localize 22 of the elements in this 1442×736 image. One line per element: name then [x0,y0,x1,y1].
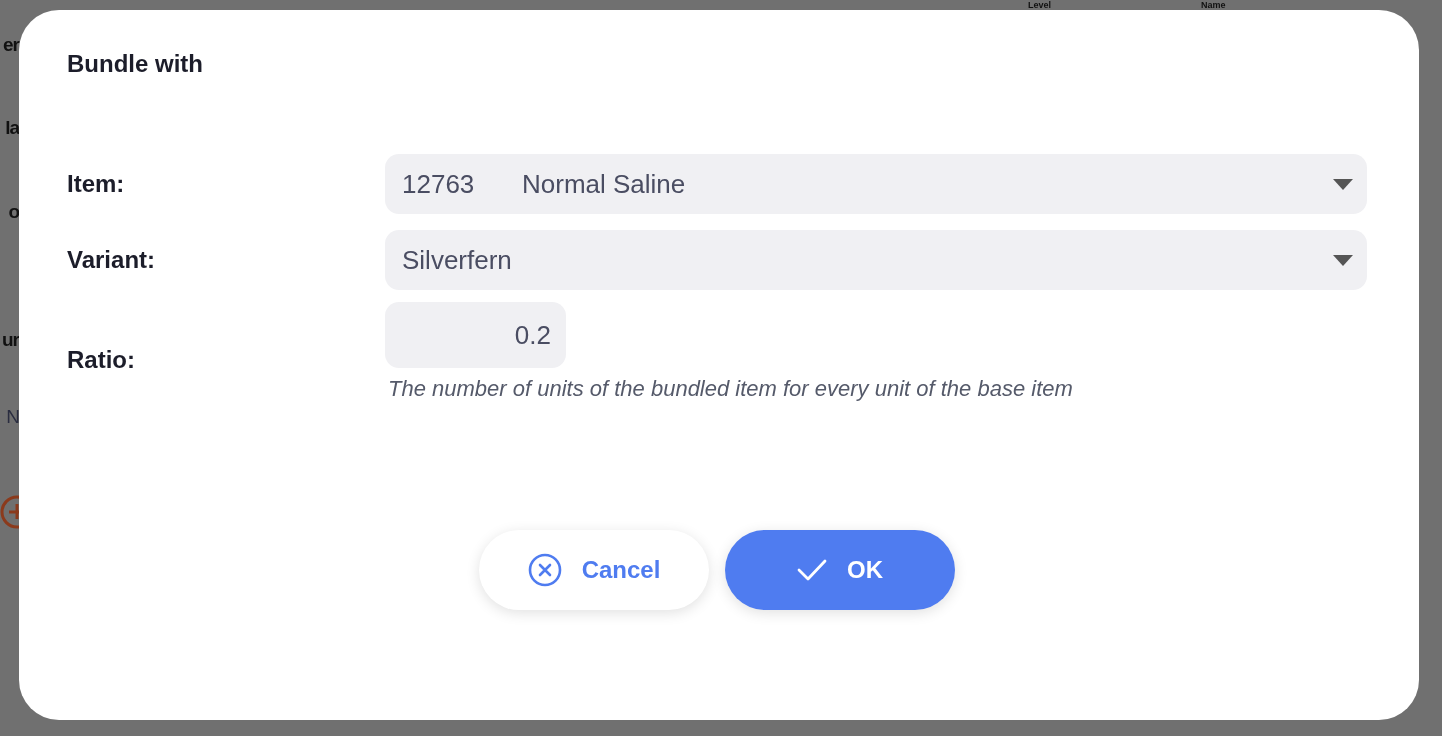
caret-icon [1333,254,1353,266]
close-icon [527,553,562,587]
column-header: Name [1201,0,1226,10]
hint-text: The number of units of the bundled item for every unit of the base item [388,376,1073,402]
background-label: la [5,116,19,140]
background-label: o [8,200,19,224]
ok-button[interactable]: OK [725,530,955,610]
caret-icon [1333,178,1353,190]
cancel-button[interactable]: Cancel [479,530,709,610]
add-icon[interactable] [0,495,19,529]
input-field[interactable]: 0.2 [385,302,566,368]
field-label: Variant: [67,245,157,275]
dropdown[interactable]: Silverfern [385,230,1367,290]
column-header: Level [1028,0,1051,10]
background-label: N [6,405,19,429]
dialog-title: Bundle with [67,49,204,79]
check-icon [797,559,827,581]
field-label: Ratio: [67,345,136,375]
field-label: Item: [67,169,126,199]
dropdown[interactable]: 12763 Normal Saline [385,154,1367,214]
background-label: ur [2,328,19,352]
background-label: er [3,33,19,57]
